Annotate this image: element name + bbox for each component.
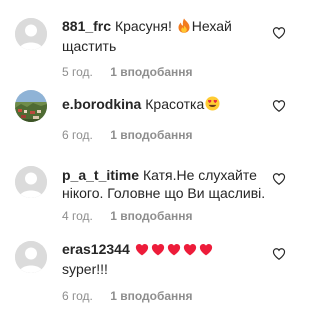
comment-username[interactable]: eras12344 [62,241,130,257]
comment-time[interactable]: 6 год. [62,289,93,303]
default-avatar-icon [15,241,47,273]
default-avatar-icon [15,18,47,50]
comment-time[interactable]: 5 год. [62,65,93,79]
comment-body: syper!!! [62,261,108,277]
comment-likes[interactable]: 1 вподобання [110,128,192,142]
comment-likes[interactable]: 1 вподобання [110,209,192,223]
comment-text: p_a_t_itime Катя.Не слухайте нікого. Гол… [62,166,267,202]
comment-username[interactable]: p_a_t_itime [62,167,139,183]
comment-text-part: Красотка [145,96,205,112]
photo-avatar-icon [15,90,47,122]
comment-time[interactable]: 6 год. [62,128,93,142]
red-heart-icon [167,242,181,260]
red-heart-icon [199,242,213,260]
red-heart-icon [183,242,197,260]
avatar[interactable] [15,18,47,50]
avatar[interactable] [15,166,47,198]
heart-eyes-emoji-icon [205,96,220,115]
heart-outline-icon[interactable] [272,172,286,186]
comment-body: Красотка [145,96,221,112]
comment-item: p_a_t_itime Катя.Не слухайте нікого. Гол… [0,150,310,223]
comment-username[interactable]: 881_frc [62,18,111,34]
comment-meta: 5 год. 1 вподобання [62,65,193,79]
red-heart-icon [135,242,149,260]
comment-item: e.borodkina Красотка 6 год. 1 вподобання [0,80,310,150]
comment-username[interactable]: e.borodkina [62,96,141,112]
avatar[interactable] [15,90,47,122]
comment-item: 881_frc Красуня! Нехай щастить 5 год. 1 … [0,0,310,79]
comment-text: 881_frc Красуня! Нехай щастить [62,17,262,55]
comment-text-part: Красуня! [114,18,176,34]
comment-meta: 6 год. 1 вподобання [62,289,193,303]
comment-text: eras12344 syper!!! [62,240,262,278]
comments-list: 881_frc Красуня! Нехай щастить 5 год. 1 … [0,0,310,314]
comment-meta: 6 год. 1 вподобання [62,128,193,142]
comment-likes[interactable]: 1 вподобання [110,65,192,79]
avatar[interactable] [15,241,47,273]
comment-time[interactable]: 4 год. [62,209,93,223]
fire-emoji-icon [177,18,191,37]
comment-item: eras12344 syper!!! 6 год. 1 вподобання [0,230,310,303]
comment-likes[interactable]: 1 вподобання [110,289,192,303]
heart-outline-icon[interactable] [272,247,286,261]
default-avatar-icon [15,166,47,198]
heart-outline-icon[interactable] [272,99,286,113]
red-hearts-emoji [134,241,214,257]
red-heart-icon [151,242,165,260]
heart-outline-icon[interactable] [272,26,286,40]
comment-text: e.borodkina Красотка [62,95,262,115]
comment-meta: 4 год. 1 вподобання [62,209,193,223]
